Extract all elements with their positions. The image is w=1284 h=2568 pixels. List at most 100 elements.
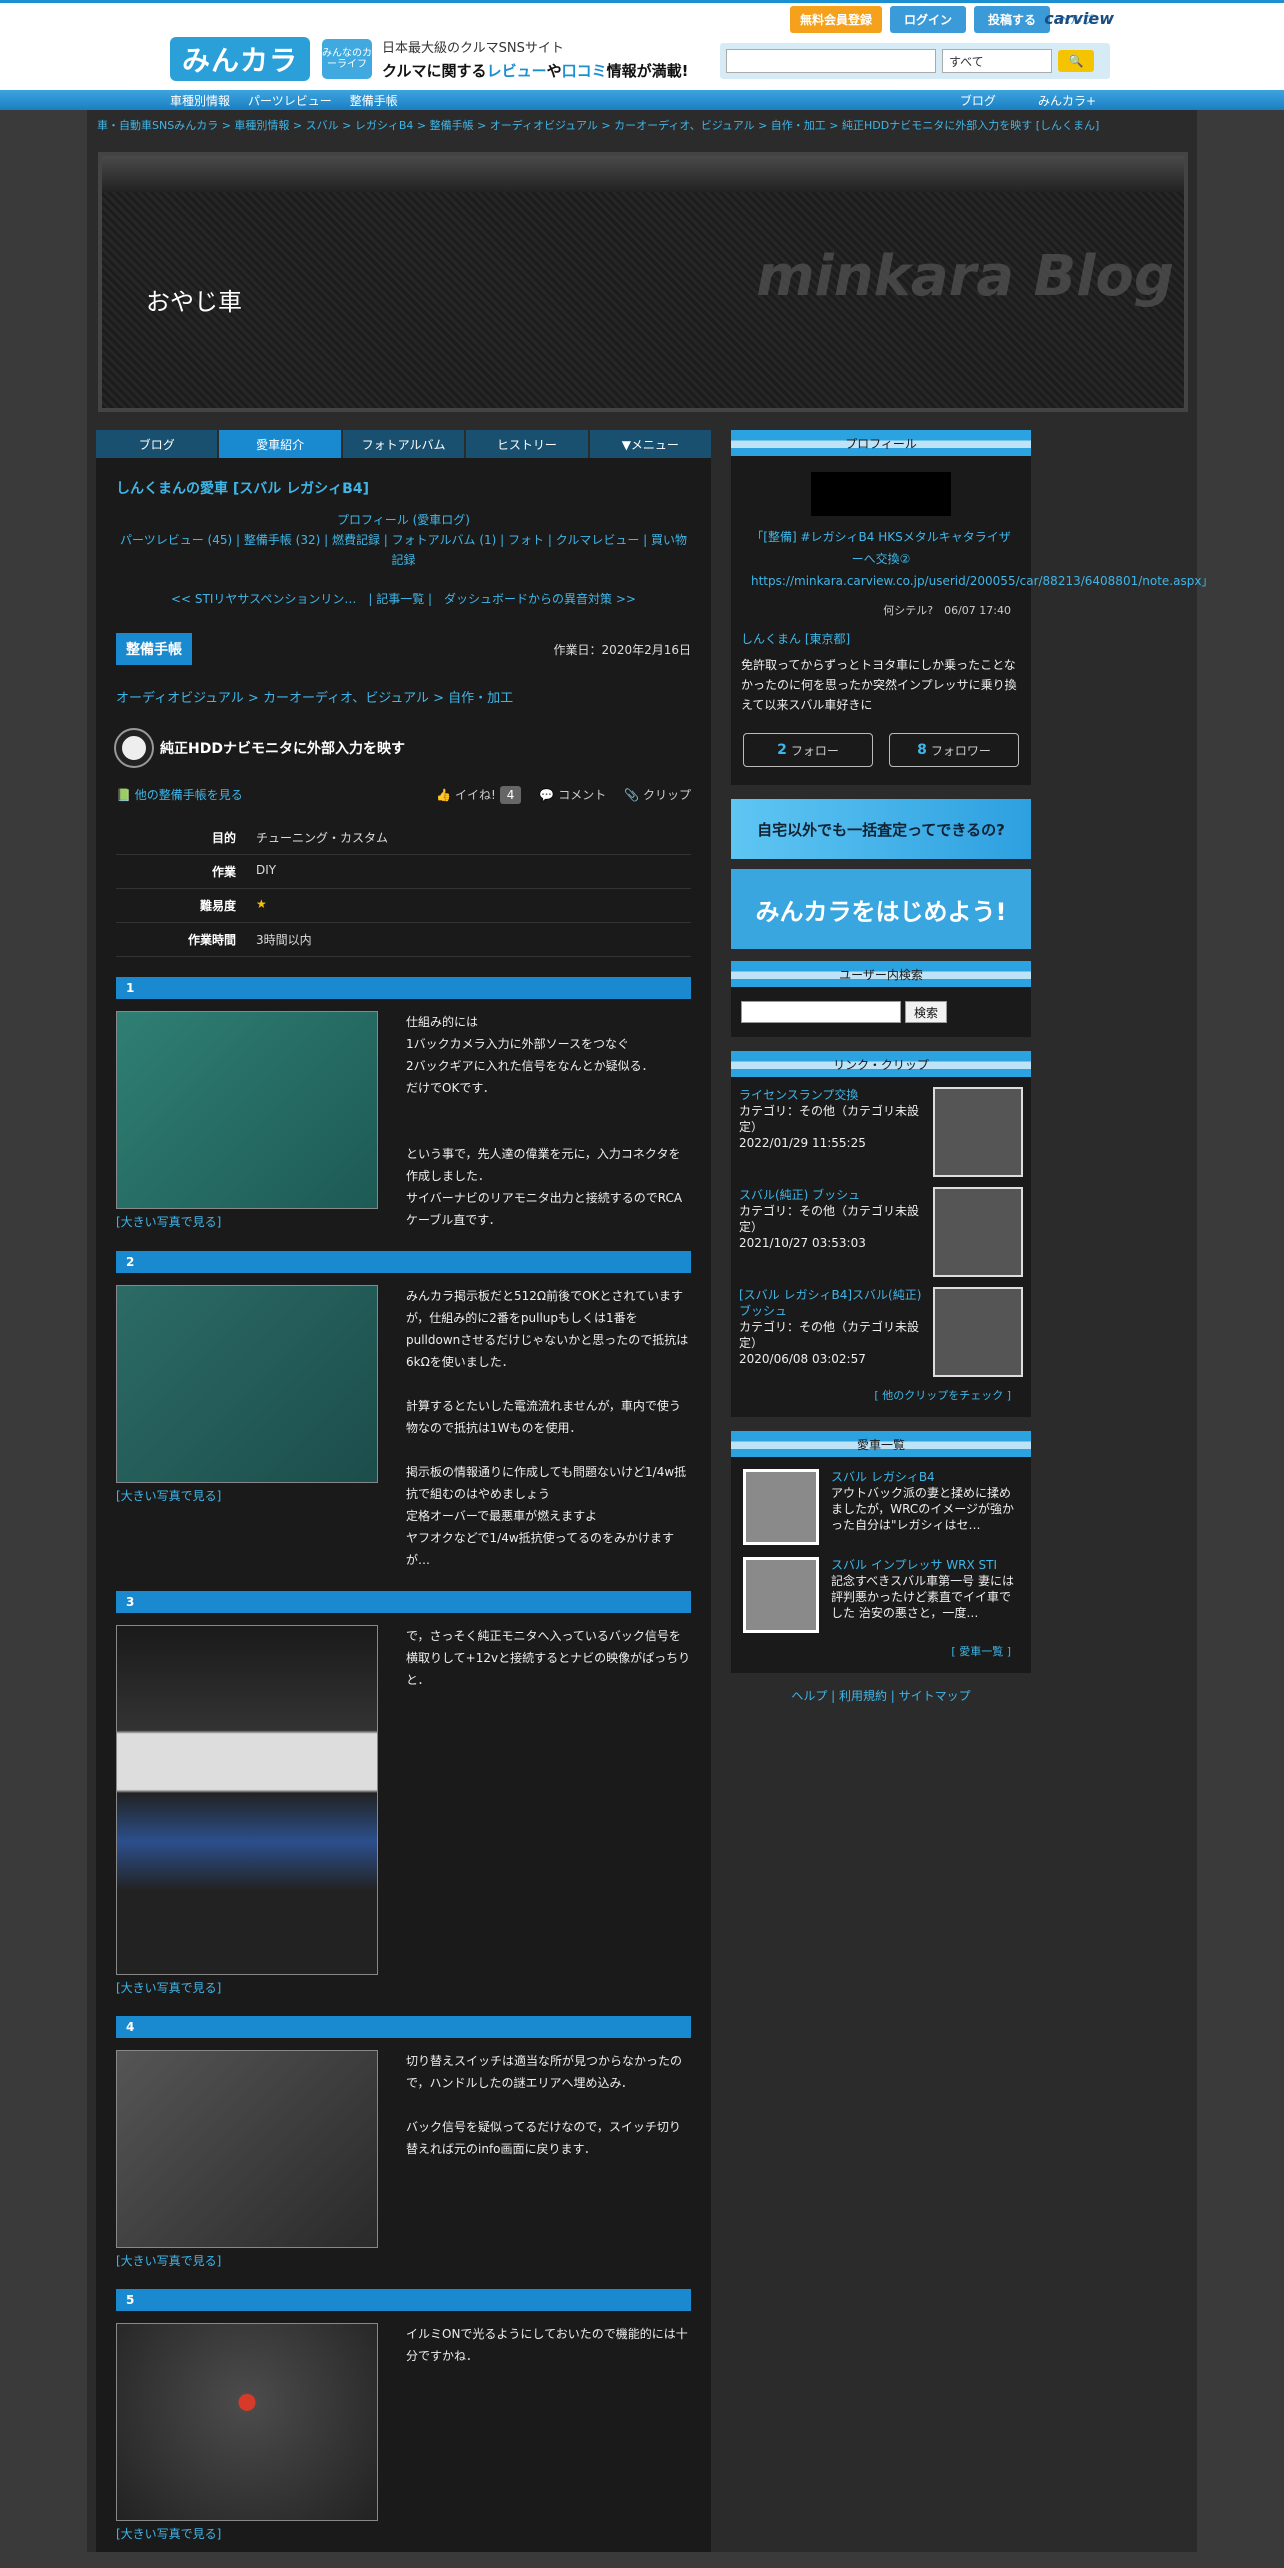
step-header: 1	[116, 977, 691, 999]
like-button[interactable]: 👍 イイね! 4	[436, 786, 522, 804]
carview-logo[interactable]: carview	[1044, 9, 1114, 28]
big-photo-link[interactable]: [大きい写真で見る]	[116, 2254, 221, 2268]
car-title: しんくまんの愛車 [スバル レガシィB4]	[116, 481, 369, 497]
notebook-icon: 📗	[116, 788, 131, 802]
big-photo-link[interactable]: [大きい写真で見る]	[116, 1981, 221, 1995]
note-badge: 整備手帳	[116, 633, 192, 665]
links-heading: リンク・クリップ	[731, 1051, 1031, 1077]
links-box: リンク・クリップ ライセンスランプ交換 カテゴリ：その他（カテゴリ未設定） 2022…	[731, 1051, 1031, 1417]
tab-blog[interactable]: ブログ	[96, 430, 218, 458]
car-owner-link[interactable]: しんくまんの愛車	[116, 481, 228, 497]
cars-box: 愛車一覧 スバル レガシィB4 アウトバック派の妻と揉めに揉めましたが，WRCのイ…	[731, 1431, 1031, 1673]
big-photo-link[interactable]: [大きい写真で見る]	[116, 1215, 221, 1229]
info-table: 目的 チューニング・カスタム 作業 DIY 難易度 ★ 作業時間 3時間以内	[116, 821, 691, 957]
step-header: 4	[116, 2016, 691, 2038]
step-5: [大きい写真で見る] イルミONで光るようにしておいたので機能的には十分ですかね…	[116, 2323, 691, 2542]
blog-tabs: ブログ 愛車紹介 フォトアルバム ヒストリー ▼メニュー	[96, 430, 712, 458]
note-title: 純正HDDナビモニタに外部入力を映す	[114, 728, 691, 768]
minkara-logo[interactable]: みんカラ	[170, 37, 310, 81]
tagline: 日本最大級のクルマSNSサイト クルマに関するレビューや口コミ情報が満載!	[382, 37, 688, 81]
car-item: スバル インプレッサ WRX STI 記念すべきスバル車第一号 妻には評判悪かった…	[731, 1545, 1031, 1633]
nav-car-info[interactable]: 車種別情報	[170, 92, 230, 109]
step-photo[interactable]	[116, 1011, 378, 1209]
site-search-input[interactable]	[726, 49, 936, 73]
all-cars-link[interactable]: [ 愛車一覧 ]	[951, 1645, 1011, 1658]
footer-links: ヘルプ | 利用規約 | サイトマップ	[791, 1689, 971, 1703]
step-header: 3	[116, 1591, 691, 1613]
profile-description: 免許取ってからずっとトヨタ車にしか乗ったことなかったのに何を思ったか突然インプレ…	[741, 658, 1017, 712]
banner-gloss	[102, 156, 1184, 192]
breadcrumb[interactable]: 車・自動車SNSみんカラ > 車種別情報 > スバル > レガシィB4 > 整備…	[92, 118, 1192, 134]
category-links[interactable]: オーディオビジュアル > カーオーディオ、ビジュアル > 自作・加工	[116, 691, 513, 706]
step-text: 仕組み的には 1バックカメラ入力に外部ソースをつなぐ 2バックギアに入れた信号を…	[406, 1015, 683, 1227]
profile-user: しんくまん [東京都]	[731, 618, 1031, 647]
banner-title: おやじ車	[146, 288, 242, 316]
comment-button[interactable]: 💬 コメント	[539, 786, 606, 803]
clip-thumbnail[interactable]	[933, 1287, 1023, 1377]
car-thumbnail[interactable]	[743, 1557, 819, 1633]
other-notes-link[interactable]: 📗 他の整備手帳を見る	[116, 786, 243, 803]
step-photo[interactable]	[116, 2050, 378, 2248]
search-panel: すべて 🔍	[720, 43, 1110, 79]
tab-history[interactable]: ヒストリー	[466, 430, 588, 458]
info-row: 難易度 ★	[116, 889, 691, 923]
search-button[interactable]: 🔍	[1058, 50, 1094, 72]
user-search-button[interactable]: 検索	[905, 1001, 948, 1023]
follower-button[interactable]: 8 フォロワー	[889, 733, 1019, 767]
ad-minkara-start[interactable]: みんカラをはじめよう!	[731, 869, 1031, 949]
nav-maintenance[interactable]: 整備手帳	[350, 92, 398, 109]
nav-parts-review[interactable]: パーツレビュー	[248, 92, 332, 109]
step-text: イルミONで光るようにしておいたので機能的には十分ですかね．	[406, 2327, 688, 2363]
nav-minkara-plus[interactable]: みんカラ+	[1038, 92, 1096, 109]
big-photo-link[interactable]: [大きい写真で見る]	[116, 2527, 221, 2541]
step-1: [大きい写真で見る] 仕組み的には 1バックカメラ入力に外部ソースをつなぐ 2バ…	[116, 1011, 691, 1231]
login-button[interactable]: ログイン	[889, 6, 966, 33]
more-clips-link[interactable]: [ 他のクリップをチェック ]	[874, 1389, 1011, 1402]
follow-buttons: 2 フォロー 8 フォロワー	[731, 715, 1031, 785]
step-2: [大きい写真で見る] みんカラ掲示板だと512Ω前後でOKとされていますが，仕組…	[116, 1285, 691, 1571]
car-item: スバル レガシィB4 アウトバック派の妻と揉めに揉めましたが，WRCのイメージが強…	[731, 1457, 1031, 1545]
comment-icon: 💬	[539, 788, 555, 802]
tab-car[interactable]: 愛車紹介	[219, 430, 341, 458]
carlife-logo[interactable]: みんなのカーライフ	[322, 39, 372, 79]
big-photo-link[interactable]: [大きい写真で見る]	[116, 1489, 221, 1503]
profile-link[interactable]: プロフィール (愛車ログ)	[337, 513, 470, 527]
sidebar: プロフィール 「[整備] #レガシィB4 HKSメタルキャタライザーへ交換② h…	[731, 430, 1213, 2552]
page-body: 車・自動車SNSみんカラ > 車種別情報 > スバル > レガシィB4 > 整備…	[87, 110, 1213, 2552]
profile-heading: プロフィール	[731, 430, 1031, 456]
note-actions: 📗 他の整備手帳を見る 👍 イイね! 4 💬 コメント 📎 クリップ	[116, 786, 691, 804]
info-row: 目的 チューニング・カスタム	[116, 821, 691, 855]
step-photo[interactable]	[116, 2323, 378, 2521]
step-text: みんカラ掲示板だと512Ω前後でOKとされていますが，仕組み的に2番をpullu…	[406, 1289, 689, 1567]
car-links: プロフィール (愛車ログ) パーツレビュー (45) | 整備手帳 (32) |…	[116, 510, 691, 570]
car-stats-links[interactable]: パーツレビュー (45) | 整備手帳 (32) | 燃費記録 | フォトアルバ…	[120, 533, 687, 567]
cars-heading: 愛車一覧	[731, 1431, 1031, 1457]
paperclip-icon: 📎	[624, 788, 640, 802]
search-scope-select[interactable]: すべて	[942, 49, 1052, 73]
note-header: 整備手帳 作業日：2020年2月16日	[116, 633, 691, 665]
tab-menu[interactable]: ▼メニュー	[589, 430, 712, 458]
clip-thumbnail[interactable]	[933, 1187, 1023, 1277]
post-button[interactable]: 投稿する	[973, 6, 1050, 33]
clip-thumbnail[interactable]	[933, 1087, 1023, 1177]
follow-button[interactable]: 2 フォロー	[743, 733, 873, 767]
step-header: 5	[116, 2289, 691, 2311]
car-model-link[interactable]: スバル レガシィB4	[239, 481, 362, 497]
step-photo[interactable]	[116, 1625, 378, 1975]
user-search-input[interactable]	[741, 1001, 901, 1023]
step-photo[interactable]	[116, 1285, 378, 1483]
register-button[interactable]: 無料会員登録	[789, 6, 882, 33]
user-link[interactable]: しんくまん [東京都]	[741, 632, 850, 646]
car-thumbnail[interactable]	[743, 1469, 819, 1545]
note-title-text: 純正HDDナビモニタに外部入力を映す	[160, 741, 405, 757]
pager-links[interactable]: << STIリヤサスペンションリン… | 記事一覧 | ダッシュボードからの異音…	[171, 592, 636, 606]
step-header: 2	[116, 1251, 691, 1273]
clip-button[interactable]: 📎 クリップ	[624, 786, 691, 803]
wheel-icon	[114, 728, 154, 768]
profile-box: プロフィール 「[整備] #レガシィB4 HKSメタルキャタライザーへ交換② h…	[731, 430, 1213, 785]
tab-photo[interactable]: フォトアルバム	[342, 430, 465, 458]
nav-blog[interactable]: ブログ	[960, 92, 996, 109]
ad-assessment[interactable]: 自宅以外でも一括査定ってできるの?	[731, 799, 1031, 859]
info-row: 作業時間 3時間以内	[116, 923, 691, 957]
profile-image[interactable]	[811, 472, 951, 516]
